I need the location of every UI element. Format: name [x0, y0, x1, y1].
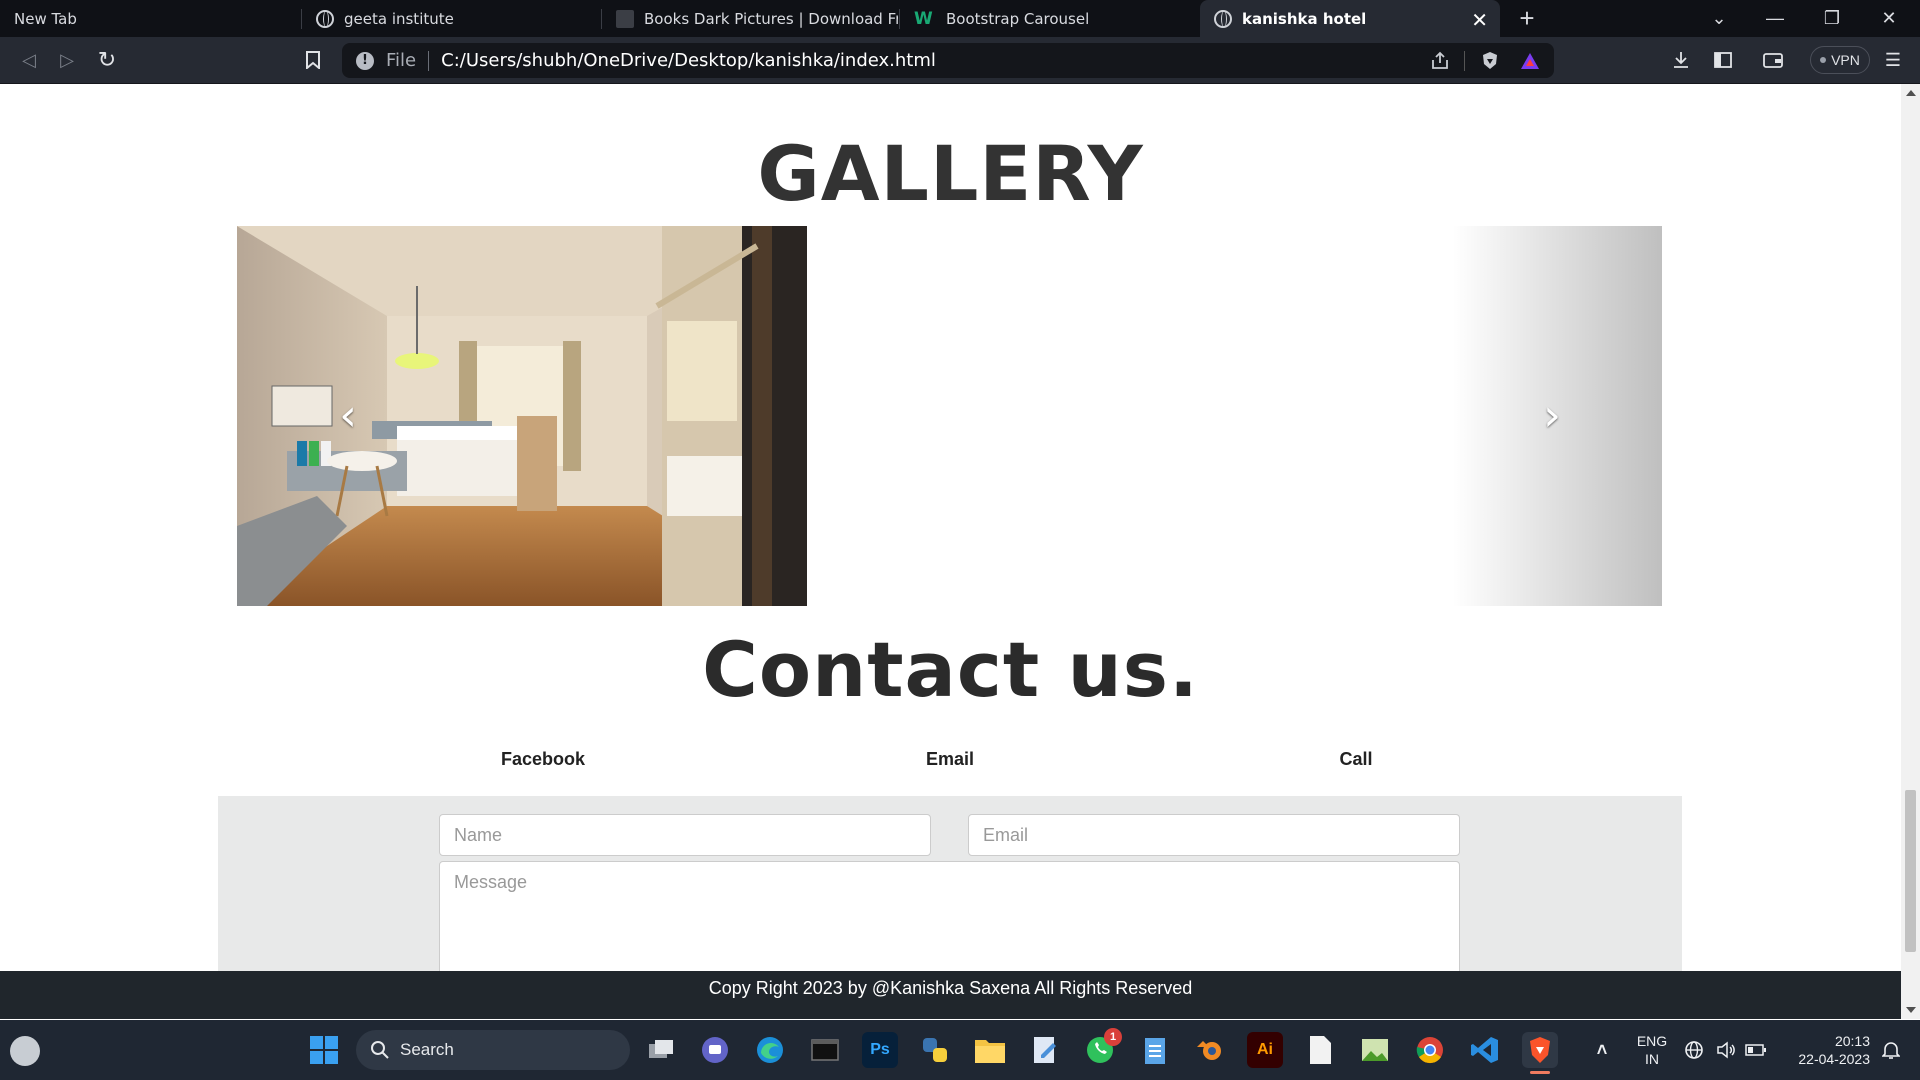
close-tab-icon[interactable]: ✕: [1471, 8, 1488, 32]
weather-icon[interactable]: [10, 1036, 40, 1066]
image-site-icon: [616, 9, 634, 28]
globe-icon: [1214, 9, 1232, 28]
tab-new-tab[interactable]: New Tab: [0, 0, 300, 37]
new-tab-button[interactable]: +: [1504, 0, 1550, 37]
tab-title: New Tab: [14, 9, 77, 28]
photoshop-icon[interactable]: Ps: [862, 1032, 898, 1068]
network-globe-icon[interactable]: [1680, 1032, 1708, 1068]
notepad-edit-icon[interactable]: [1027, 1032, 1063, 1068]
share-icon[interactable]: [1430, 51, 1450, 71]
language-indicator[interactable]: ENG IN: [1628, 1032, 1676, 1068]
email-link[interactable]: Email: [850, 749, 1050, 770]
w-logo-icon: W: [914, 8, 933, 29]
address-bar[interactable]: ! File C:/Users/shubh/OneDrive/Desktop/k…: [342, 43, 1554, 78]
site-info-icon[interactable]: !: [356, 51, 374, 70]
teams-chat-icon[interactable]: [697, 1032, 733, 1068]
page-scrollbar[interactable]: [1901, 84, 1920, 1019]
call-link[interactable]: Call: [1256, 749, 1456, 770]
tab-list-chevron-icon[interactable]: ⌄: [1696, 0, 1742, 37]
contact-form: Name Email Message: [218, 796, 1682, 971]
search-label: Search: [400, 1040, 454, 1059]
task-view-icon[interactable]: [643, 1032, 679, 1068]
whatsapp-icon[interactable]: 1: [1082, 1028, 1122, 1068]
back-button[interactable]: ◁: [14, 45, 44, 75]
terminal-icon[interactable]: [807, 1032, 843, 1068]
search-icon: [371, 1041, 389, 1059]
sidebar-icon[interactable]: [1708, 45, 1738, 75]
page-footer: Copy Right 2023 by @Kanishka Saxena All …: [0, 971, 1901, 1019]
edge-icon[interactable]: [752, 1032, 788, 1068]
tab-strip: New Tab geeta institute Books Dark Pictu…: [0, 0, 1920, 37]
python-icon[interactable]: [917, 1032, 953, 1068]
tab-title: Books Dark Pictures | Download Free I: [644, 9, 898, 28]
vpn-status-dot: [1820, 57, 1827, 63]
brave-icon[interactable]: [1522, 1032, 1558, 1074]
tab-kanishka-hotel[interactable]: kanishka hotel ✕: [1200, 0, 1500, 37]
battery-icon[interactable]: [1742, 1032, 1770, 1068]
brave-shields-icon[interactable]: [1480, 51, 1500, 71]
gallery-heading: GALLERY: [757, 129, 1144, 218]
windows-taskbar: Search Ps 1 Ai ˄ ENG IN 20:13 22-04-2023: [0, 1020, 1920, 1080]
globe-icon: [316, 9, 334, 28]
browser-toolbar: ◁ ▷ ↻ ! File C:/Users/shubh/OneDrive/Des…: [0, 37, 1920, 84]
forward-button[interactable]: ▷: [52, 45, 82, 75]
windows-start-icon[interactable]: [306, 1032, 342, 1068]
vscode-icon[interactable]: [1467, 1032, 1503, 1068]
url-scheme-label: File: [386, 50, 417, 71]
web-page: GALLERY ‹ › Contact us. Facebook Email C…: [0, 84, 1901, 971]
notepad-icon[interactable]: [1137, 1032, 1173, 1068]
language-code: ENG: [1636, 1033, 1668, 1049]
file-explorer-icon[interactable]: [972, 1032, 1008, 1068]
photo-viewer-icon[interactable]: [1357, 1032, 1393, 1068]
name-input[interactable]: Name: [439, 814, 931, 856]
close-window-button[interactable]: ✕: [1866, 0, 1912, 37]
tab-books-dark-pictures[interactable]: Books Dark Pictures | Download Free I: [602, 0, 898, 37]
clock-date: 22-04-2023: [1798, 1051, 1870, 1067]
brave-rewards-icon[interactable]: [1520, 51, 1540, 71]
volume-icon[interactable]: [1712, 1032, 1740, 1068]
clock[interactable]: 20:13 22-04-2023: [1784, 1032, 1870, 1068]
chrome-icon[interactable]: [1412, 1032, 1448, 1068]
carousel-next-chevron-icon[interactable]: ›: [1532, 394, 1572, 438]
contact-heading: Contact us.: [702, 625, 1199, 714]
restore-button[interactable]: ❐: [1809, 0, 1855, 37]
facebook-link[interactable]: Facebook: [443, 749, 643, 770]
carousel-prev-chevron-icon[interactable]: ‹: [328, 394, 368, 438]
active-app-indicator: [1530, 1071, 1550, 1074]
downloads-icon[interactable]: [1666, 45, 1696, 75]
url-divider: [428, 50, 430, 71]
notifications-icon[interactable]: [1876, 1032, 1906, 1068]
region-code: IN: [1645, 1051, 1659, 1067]
tab-title: Bootstrap Carousel: [946, 9, 1090, 28]
scrollbar-thumb[interactable]: [1905, 790, 1916, 952]
tray-overflow-chevron-icon[interactable]: ˄: [1584, 1032, 1620, 1068]
taskbar-search[interactable]: Search: [356, 1030, 630, 1070]
menu-icon[interactable]: ☰: [1878, 45, 1908, 75]
whatsapp-badge: 1: [1104, 1028, 1122, 1046]
tab-title: kanishka hotel: [1242, 9, 1367, 28]
message-textarea[interactable]: Message: [439, 861, 1460, 971]
url-divider: [1464, 51, 1465, 71]
illustrator-icon[interactable]: Ai: [1247, 1032, 1283, 1068]
email-input[interactable]: Email: [968, 814, 1460, 856]
clock-time: 20:13: [1834, 1033, 1870, 1049]
tab-title: geeta institute: [344, 9, 454, 28]
tab-bootstrap-carousel[interactable]: W Bootstrap Carousel: [900, 0, 1198, 37]
vpn-label: VPN: [1831, 52, 1860, 68]
vpn-button[interactable]: VPN: [1810, 46, 1870, 74]
scroll-up-arrow-icon[interactable]: [1906, 90, 1916, 96]
scroll-down-arrow-icon[interactable]: [1906, 1007, 1916, 1013]
bookmark-icon[interactable]: [298, 45, 328, 75]
gallery-carousel[interactable]: ‹ ›: [237, 226, 1662, 606]
wallet-icon[interactable]: [1758, 45, 1788, 75]
document-icon[interactable]: [1302, 1032, 1338, 1068]
minimize-button[interactable]: —: [1752, 0, 1798, 37]
hotel-room-photo: [237, 226, 807, 606]
tab-geeta-institute[interactable]: geeta institute: [302, 0, 600, 37]
url-text[interactable]: C:/Users/shubh/OneDrive/Desktop/kanishka…: [441, 50, 936, 71]
blender-icon[interactable]: [1192, 1032, 1228, 1068]
reload-button[interactable]: ↻: [92, 45, 122, 75]
